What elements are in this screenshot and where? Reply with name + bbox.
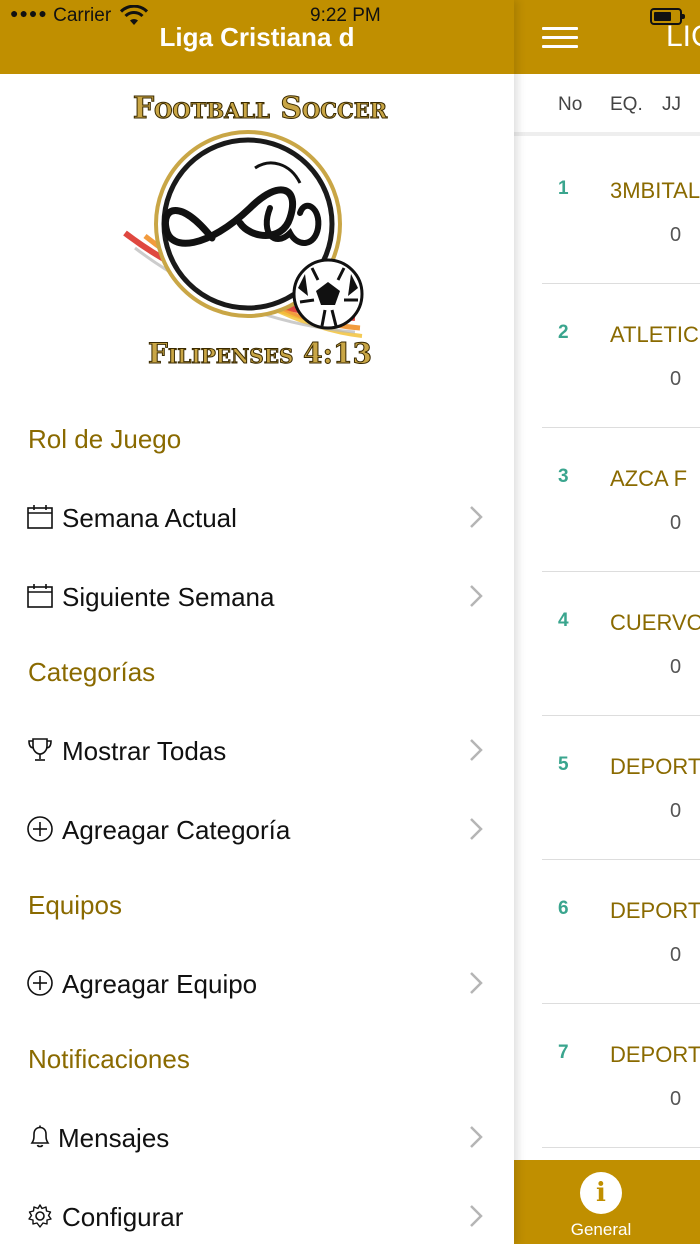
hamburger-menu-icon[interactable] — [542, 27, 580, 49]
row-number: 4 — [558, 610, 569, 631]
menu-item-label: Agreagar Equipo — [62, 969, 258, 999]
calendar-icon — [27, 584, 53, 608]
calendar-icon — [27, 505, 53, 529]
drawer-header: ●●●● Carrier 9:22 PM Liga Cristiana d — [0, 0, 514, 74]
games-played: 0 — [670, 944, 682, 966]
standings-list: 1 3MBITAL 0 2 ATLETIC 0 3 AZCA F 0 4 CUE… — [514, 140, 700, 1148]
games-played: 0 — [670, 800, 682, 822]
section-heading-rol-de-juego: Rol de Juego — [28, 424, 182, 454]
table-row[interactable]: 2 ATLETIC 0 — [514, 284, 700, 428]
menu-item-label: Configurar — [62, 1202, 184, 1232]
games-played: 0 — [670, 1088, 682, 1110]
column-header-jj: JJ — [662, 94, 681, 115]
logo-bottom-text: Filipenses 4:13 — [148, 337, 372, 370]
chevron-right-icon — [470, 1205, 483, 1227]
menu-item-mensajes[interactable]: Mensajes — [0, 1108, 514, 1168]
team-name: ATLETIC — [610, 322, 699, 347]
games-played: 0 — [670, 224, 682, 246]
menu-item-mostrar-todas[interactable]: Mostrar Todas — [0, 721, 514, 781]
standings-panel: LIG No EQ. JJ 1 3MBITAL 0 2 ATLETIC 0 3 … — [514, 0, 700, 1244]
team-name: DEPORT — [610, 754, 700, 779]
menu-item-label: Semana Actual — [62, 503, 237, 533]
games-played: 0 — [670, 656, 682, 678]
team-name: DEPORT — [610, 898, 700, 923]
section-heading-notificaciones: Notificaciones — [28, 1044, 190, 1074]
tab-general[interactable]: i General — [558, 1160, 648, 1244]
gear-icon — [28, 1204, 52, 1228]
table-row[interactable]: 4 CUERVO 0 — [514, 572, 700, 716]
chevron-right-icon — [470, 585, 483, 607]
table-row[interactable]: 1 3MBITAL 0 — [514, 140, 700, 284]
team-name: AZCA F — [610, 466, 688, 491]
standings-nav-bar: LIG — [514, 0, 700, 74]
logo-top-text: Football Soccer — [133, 91, 388, 126]
team-name: CUERVO — [610, 610, 700, 635]
column-header-eq: EQ. — [610, 94, 643, 115]
table-header: No EQ. JJ — [514, 74, 700, 136]
standings-title: LIG — [666, 20, 700, 53]
chevron-right-icon — [470, 1126, 483, 1148]
chevron-right-icon — [470, 972, 483, 994]
menu-item-label: Mensajes — [58, 1123, 170, 1153]
section-heading-categorias: Categorías — [28, 657, 156, 687]
row-number: 5 — [558, 754, 569, 775]
drawer-title: Liga Cristiana d — [159, 22, 355, 52]
menu-item-label: Mostrar Todas — [62, 736, 227, 766]
plus-circle-icon — [27, 816, 53, 842]
menu-item-configurar[interactable]: Configurar — [0, 1187, 514, 1244]
league-logo: Football Soccer Filipenses 4:13 — [123, 91, 388, 371]
bell-icon — [30, 1125, 50, 1148]
games-played: 0 — [670, 368, 682, 390]
row-number: 2 — [558, 322, 569, 343]
menu-item-agregar-equipo[interactable]: Agreagar Equipo — [0, 954, 514, 1014]
tab-bar: i General — [514, 1160, 700, 1244]
row-number: 3 — [558, 466, 569, 487]
side-drawer: ●●●● Carrier 9:22 PM Liga Cristiana d Fo… — [0, 0, 514, 1244]
menu-item-siguiente-semana[interactable]: Siguiente Semana — [0, 567, 514, 627]
menu-item-label: Siguiente Semana — [62, 582, 275, 612]
info-icon: i — [580, 1172, 622, 1214]
team-name: DEPORT — [610, 1042, 700, 1067]
plus-circle-icon — [27, 970, 53, 996]
table-row[interactable]: 7 DEPORT 0 — [514, 1004, 700, 1148]
table-row[interactable]: 5 DEPORT 0 — [514, 716, 700, 860]
chevron-right-icon — [470, 818, 483, 840]
chevron-right-icon — [470, 739, 483, 761]
row-number: 6 — [558, 898, 569, 919]
row-number: 7 — [558, 1042, 569, 1063]
tab-general-label: General — [570, 1220, 632, 1239]
column-header-no: No — [558, 94, 583, 115]
section-heading-equipos: Equipos — [28, 890, 122, 920]
menu-item-semana-actual[interactable]: Semana Actual — [0, 488, 514, 548]
menu-item-label: Agreagar Categoría — [62, 815, 291, 845]
chevron-right-icon — [470, 506, 483, 528]
menu-item-agregar-categoria[interactable]: Agreagar Categoría — [0, 800, 514, 860]
table-row[interactable]: 3 AZCA F 0 — [514, 428, 700, 572]
games-played: 0 — [670, 512, 682, 534]
trophy-icon — [28, 738, 52, 761]
row-number: 1 — [558, 178, 569, 199]
table-row[interactable]: 6 DEPORT 0 — [514, 860, 700, 1004]
team-name: 3MBITAL — [610, 178, 700, 203]
